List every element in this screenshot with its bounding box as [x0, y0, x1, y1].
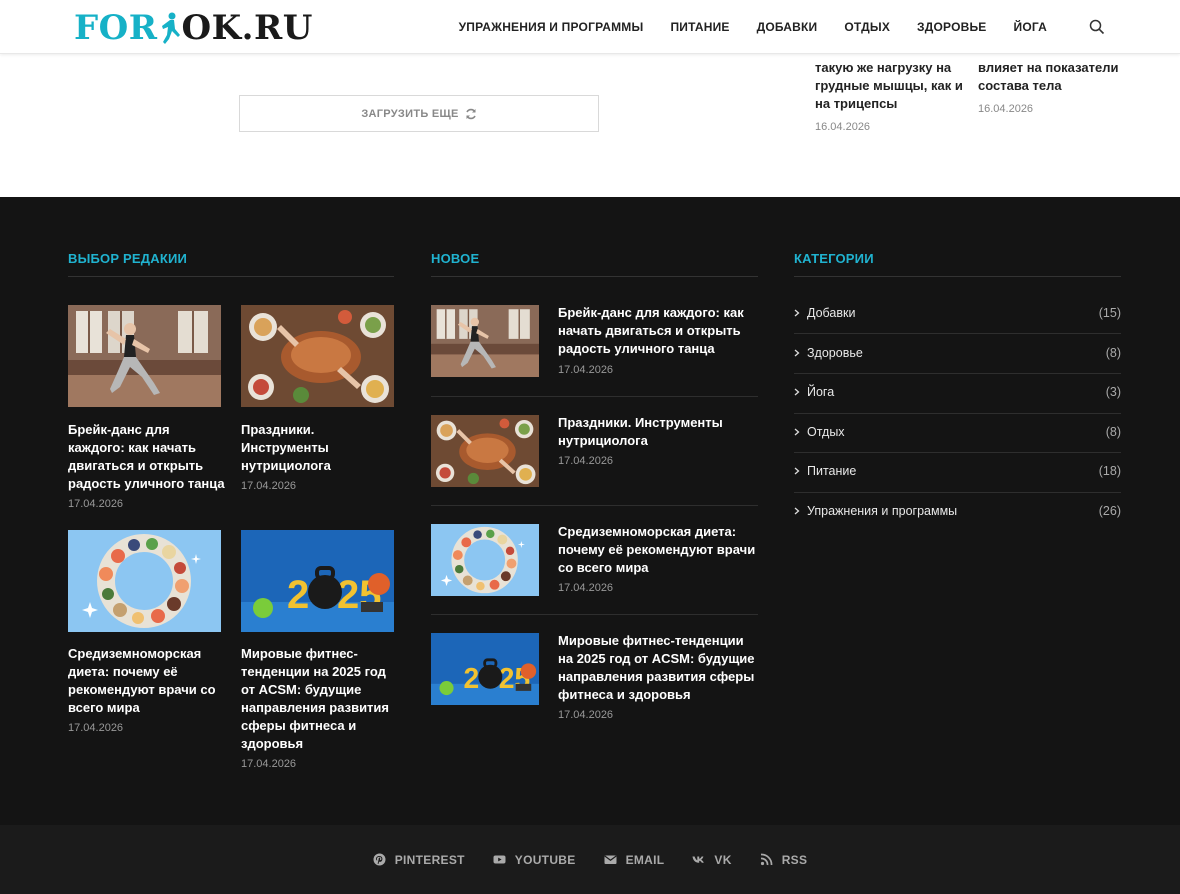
- new-post-date: 17.04.2026: [558, 455, 614, 467]
- category-item-exercises[interactable]: Упражнения и программы (26): [794, 491, 1121, 531]
- sidebar-post-date: 16.04.2026: [815, 121, 871, 133]
- editors-post-title[interactable]: Праздники. Инструменты нутрициолога: [241, 421, 391, 475]
- nav-item-exercises[interactable]: УПРАЖНЕНИЯ И ПРОГРАММЫ: [459, 20, 644, 34]
- sidebar-post[interactable]: такую же нагрузку на грудные мышцы, как …: [815, 59, 965, 136]
- social-label: EMAIL: [625, 852, 665, 867]
- editors-post-thumbnail[interactable]: [68, 530, 221, 632]
- category-item-health[interactable]: Здоровье (8): [794, 333, 1121, 373]
- editors-post-date: 17.04.2026: [241, 480, 297, 492]
- editors-post-thumbnail[interactable]: [241, 305, 394, 407]
- sidebar-post-date: 16.04.2026: [978, 103, 1034, 115]
- category-item-yoga[interactable]: Йога (3): [794, 372, 1121, 412]
- social-link-rss[interactable]: RSS: [760, 853, 808, 867]
- new-post-title[interactable]: Праздники. Инструменты нутрициолога: [558, 414, 758, 450]
- load-more-button[interactable]: ЗАГРУЗИТЬ ЕЩЕ: [239, 95, 599, 132]
- chevron-right-icon: [794, 507, 800, 515]
- editors-post-title[interactable]: Мировые фитнес-тенденции на 2025 год от …: [241, 645, 391, 753]
- load-more-label: ЗАГРУЗИТЬ ЕЩЕ: [361, 107, 459, 120]
- category-name: Здоровье: [807, 346, 863, 360]
- new-post-thumbnail[interactable]: [431, 633, 539, 705]
- category-name: Добавки: [807, 306, 856, 320]
- editors-post-date: 17.04.2026: [68, 498, 124, 510]
- categories-title: КАТЕГОРИИ: [794, 251, 874, 266]
- social-label: VK: [714, 852, 732, 867]
- sidebar-post-title: влияет на показатели состава тела: [978, 60, 1119, 93]
- new-post-title[interactable]: Мировые фитнес-тенденции на 2025 год от …: [558, 632, 758, 704]
- new-post-date: 17.04.2026: [558, 709, 614, 721]
- nav-item-nutrition[interactable]: ПИТАНИЕ: [670, 20, 729, 34]
- divider: [431, 505, 758, 506]
- category-count: (26): [1098, 504, 1121, 518]
- category-name: Упражнения и программы: [807, 504, 958, 518]
- social-label: YOUTUBE: [514, 852, 576, 867]
- category-count: (8): [1105, 346, 1121, 360]
- pinterest-icon: [373, 853, 386, 866]
- nav-item-supplements[interactable]: ДОБАВКИ: [757, 20, 818, 34]
- social-label: RSS: [781, 852, 808, 867]
- divider: [431, 396, 758, 397]
- new-post-title[interactable]: Средиземноморская диета: почему её реком…: [558, 523, 758, 577]
- chevron-right-icon: [794, 309, 800, 317]
- chevron-right-icon: [794, 349, 800, 357]
- divider: [794, 276, 1121, 277]
- content-area: ЗАГРУЗИТЬ ЕЩЕ такую же нагрузку на грудн…: [0, 54, 1180, 197]
- category-item-rest[interactable]: Отдых (8): [794, 412, 1121, 452]
- category-name: Отдых: [807, 425, 845, 439]
- logo-text-part2: OK.RU: [181, 8, 313, 48]
- new-post-title[interactable]: Брейк-данс для каждого: как начать двига…: [558, 304, 758, 358]
- search-icon[interactable]: [1089, 19, 1105, 35]
- site-footer: ВЫБОР РЕДАКИИ НОВОЕ КАТЕГОРИИ Брейк-данс…: [0, 197, 1180, 825]
- editors-post-thumbnail[interactable]: [68, 305, 221, 407]
- social-label: PINTEREST: [394, 852, 465, 867]
- editors-post-title[interactable]: Средиземноморская диета: почему её реком…: [68, 645, 223, 717]
- email-icon: [604, 855, 617, 864]
- sidebar-post[interactable]: влияет на показатели состава тела 16.04.…: [978, 59, 1128, 118]
- category-item-nutrition[interactable]: Питание (18): [794, 451, 1121, 491]
- chevron-right-icon: [794, 467, 800, 475]
- editors-post-title[interactable]: Брейк-данс для каждого: как начать двига…: [68, 421, 228, 493]
- chevron-right-icon: [794, 388, 800, 396]
- vk-icon: [692, 856, 705, 863]
- site-header: FOR OK.RU УПРАЖНЕНИЯ И ПРОГРАММЫ ПИТАНИЕ…: [0, 0, 1180, 54]
- new-posts-title: НОВОЕ: [431, 251, 480, 266]
- social-link-email[interactable]: EMAIL: [604, 853, 665, 867]
- editors-post-date: 17.04.2026: [68, 722, 124, 734]
- divider: [68, 276, 394, 277]
- category-count: (15): [1098, 306, 1121, 320]
- new-post-thumbnail[interactable]: [431, 415, 539, 487]
- nav-item-health[interactable]: ЗДОРОВЬЕ: [917, 20, 986, 34]
- social-link-vk[interactable]: VK: [692, 853, 731, 867]
- chevron-right-icon: [794, 428, 800, 436]
- category-name: Питание: [807, 464, 857, 478]
- social-links-bar: PINTEREST YOUTUBE EMAIL VK RSS: [0, 825, 1180, 894]
- editors-choice-title: ВЫБОР РЕДАКИИ: [68, 251, 188, 266]
- social-link-youtube[interactable]: YOUTUBE: [493, 853, 576, 867]
- site-logo[interactable]: FOR OK.RU: [74, 8, 313, 48]
- runner-icon: [161, 12, 180, 44]
- refresh-icon: [465, 108, 476, 119]
- new-post-date: 17.04.2026: [558, 582, 614, 594]
- category-count: (18): [1098, 464, 1121, 478]
- rss-icon: [760, 853, 773, 866]
- new-post-thumbnail[interactable]: [431, 524, 539, 596]
- nav-item-rest[interactable]: ОТДЫХ: [844, 20, 890, 34]
- divider: [431, 614, 758, 615]
- new-post-date: 17.04.2026: [558, 364, 614, 376]
- divider: [431, 276, 758, 277]
- editors-post-thumbnail[interactable]: [241, 530, 394, 632]
- category-count: (8): [1105, 425, 1121, 439]
- main-nav: УПРАЖНЕНИЯ И ПРОГРАММЫ ПИТАНИЕ ДОБАВКИ О…: [432, 0, 1105, 54]
- youtube-icon: [493, 855, 506, 864]
- category-item-supplements[interactable]: Добавки (15): [794, 293, 1121, 333]
- category-name: Йога: [807, 385, 835, 399]
- sidebar-post-title: такую же нагрузку на грудные мышцы, как …: [815, 60, 963, 111]
- social-link-pinterest[interactable]: PINTEREST: [373, 853, 465, 867]
- new-post-thumbnail[interactable]: [431, 305, 539, 377]
- category-count: (3): [1105, 385, 1121, 399]
- logo-text-part1: FOR: [74, 8, 158, 48]
- nav-item-yoga[interactable]: ЙОГА: [1014, 20, 1047, 34]
- editors-post-date: 17.04.2026: [241, 758, 297, 770]
